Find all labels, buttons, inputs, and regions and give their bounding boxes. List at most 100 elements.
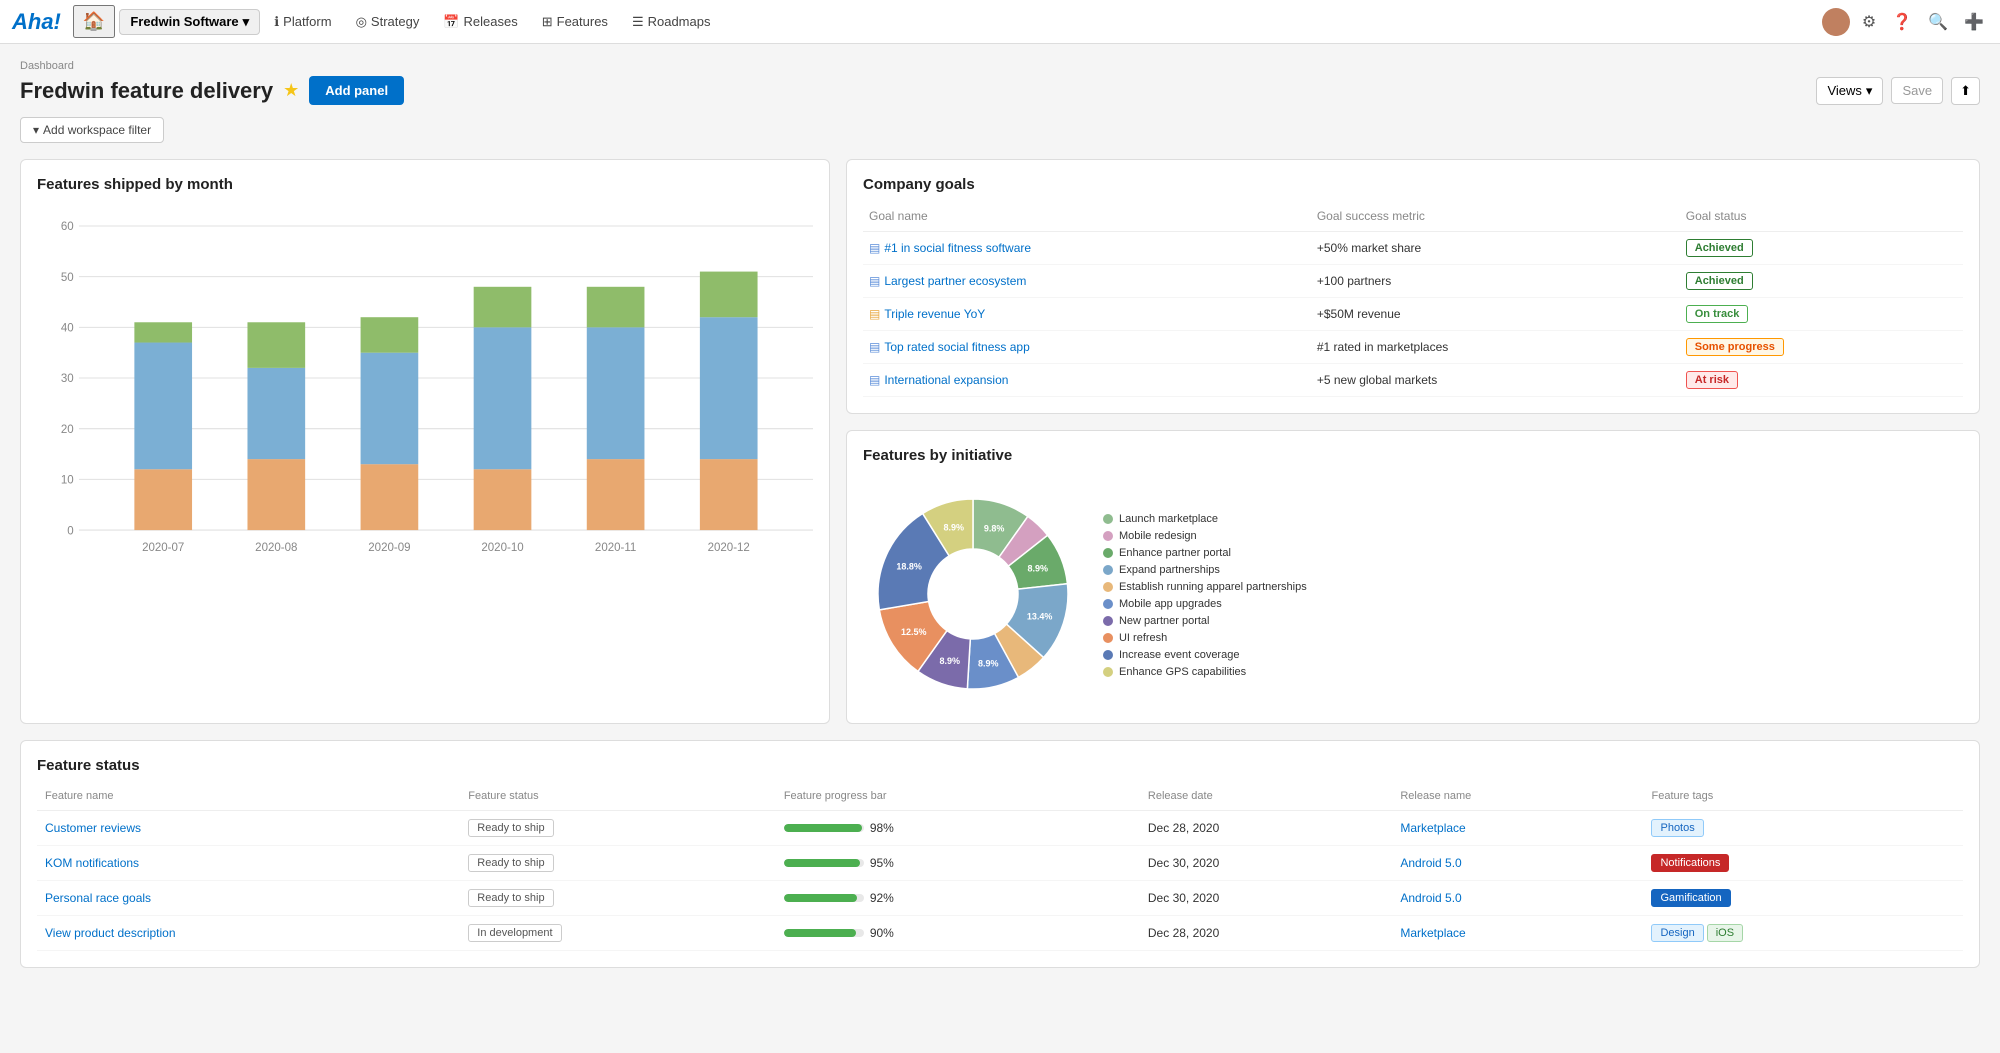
- status-row: KOM notifications Ready to ship 95% Dec …: [37, 846, 1963, 881]
- status-row: Personal race goals Ready to ship 92% De…: [37, 881, 1963, 916]
- goal-name-link[interactable]: ▤ Largest partner ecosystem: [869, 274, 1305, 288]
- search-icon[interactable]: 🔍: [1924, 8, 1952, 36]
- feature-name-link[interactable]: KOM notifications: [45, 856, 139, 870]
- goals-row: ▤ #1 in social fitness software +50% mar…: [863, 232, 1963, 265]
- goal-status-badge: Some progress: [1686, 338, 1784, 356]
- add-panel-button[interactable]: Add panel: [309, 76, 404, 105]
- progress-bar-fill: [784, 859, 860, 867]
- legend-color: [1103, 531, 1113, 541]
- release-name-link[interactable]: Marketplace: [1400, 926, 1465, 940]
- progress-value: 95%: [870, 856, 894, 870]
- svg-text:8.9%: 8.9%: [978, 658, 999, 668]
- goal-status-badge: On track: [1686, 305, 1749, 323]
- progress-value: 98%: [870, 821, 894, 835]
- legend-item: Enhance partner portal: [1103, 547, 1307, 559]
- goal-name-link[interactable]: ▤ Top rated social fitness app: [869, 340, 1305, 354]
- goals-row: ▤ Top rated social fitness app #1 rated …: [863, 331, 1963, 364]
- feature-tag: iOS: [1707, 924, 1743, 942]
- features-initiative-title: Features by initiative: [863, 447, 1963, 464]
- save-button[interactable]: Save: [1891, 77, 1943, 104]
- release-name-link[interactable]: Marketplace: [1400, 821, 1465, 835]
- share-button[interactable]: ⬆: [1951, 77, 1980, 105]
- calendar-icon: 📅: [443, 14, 459, 30]
- feature-status-badge: Ready to ship: [468, 819, 553, 837]
- release-name-link[interactable]: Android 5.0: [1400, 856, 1461, 870]
- home-button[interactable]: 🏠: [73, 5, 115, 38]
- chevron-down-icon: ▾: [243, 14, 250, 30]
- goal-metric: #1 rated in marketplaces: [1311, 331, 1680, 364]
- feature-name-link[interactable]: Personal race goals: [45, 891, 151, 905]
- legend-item: Expand partnerships: [1103, 564, 1307, 576]
- feature-tag: Design: [1651, 924, 1703, 942]
- add-workspace-filter-button[interactable]: ▾ Add workspace filter: [20, 117, 164, 143]
- legend-item: Mobile redesign: [1103, 530, 1307, 542]
- status-col-header: Feature name: [37, 786, 460, 811]
- goals-col-metric: Goal success metric: [1311, 205, 1680, 232]
- feature-name-link[interactable]: Customer reviews: [45, 821, 141, 835]
- svg-text:60: 60: [61, 221, 74, 233]
- goal-metric: +$50M revenue: [1311, 298, 1680, 331]
- status-row: Customer reviews Ready to ship 98% Dec 2…: [37, 811, 1963, 846]
- nav-releases[interactable]: 📅 Releases: [433, 10, 527, 34]
- status-col-header: Feature tags: [1643, 786, 1963, 811]
- feature-status-badge: Ready to ship: [468, 854, 553, 872]
- favorite-icon[interactable]: ★: [283, 80, 299, 101]
- dashboard-grid: Company goals Goal name Goal success met…: [20, 159, 1980, 724]
- svg-text:2020-09: 2020-09: [368, 542, 410, 554]
- feature-tags-cell: DesigniOS: [1643, 916, 1963, 951]
- legend-color: [1103, 548, 1113, 558]
- donut-legend: Launch marketplaceMobile redesignEnhance…: [1103, 513, 1307, 678]
- svg-text:2020-11: 2020-11: [595, 542, 636, 554]
- nav-platform[interactable]: ℹ Platform: [264, 10, 341, 34]
- donut-chart-area: 9.8%8.9%13.4%8.9%8.9%12.5%18.8%8.9% Laun…: [863, 476, 1963, 707]
- feature-status-title: Feature status: [37, 757, 1963, 774]
- workspace-name: Fredwin Software: [130, 14, 238, 29]
- svg-text:2020-08: 2020-08: [255, 542, 297, 554]
- legend-color: [1103, 565, 1113, 575]
- feature-tags-cell: Notifications: [1643, 846, 1963, 881]
- nav-roadmaps[interactable]: ☰ Roadmaps: [622, 10, 721, 34]
- svg-text:30: 30: [61, 373, 74, 385]
- progress-bar-wrap: 90%: [784, 926, 1132, 940]
- help-icon[interactable]: ❓: [1888, 8, 1916, 36]
- nav-features[interactable]: ⊞ Features: [532, 10, 618, 34]
- svg-text:0: 0: [67, 525, 73, 537]
- svg-text:8.9%: 8.9%: [943, 523, 964, 533]
- legend-item: Increase event coverage: [1103, 649, 1307, 661]
- progress-bar-wrap: 95%: [784, 856, 1132, 870]
- status-col-header: Feature progress bar: [776, 786, 1140, 811]
- feature-tag: Photos: [1651, 819, 1703, 837]
- svg-text:9.8%: 9.8%: [984, 523, 1005, 533]
- avatar[interactable]: [1822, 8, 1850, 36]
- add-icon[interactable]: ➕: [1960, 8, 1988, 36]
- views-button[interactable]: Views ▾: [1816, 77, 1883, 105]
- progress-bar-bg: [784, 824, 864, 832]
- progress-bar-wrap: 98%: [784, 821, 1132, 835]
- settings-icon[interactable]: ⚙: [1858, 8, 1880, 36]
- grid-icon: ⊞: [542, 14, 553, 30]
- features-shipped-title: Features shipped by month: [37, 176, 813, 193]
- feature-name-link[interactable]: View product description: [45, 926, 176, 940]
- goals-col-status: Goal status: [1680, 205, 1963, 232]
- workspace-selector[interactable]: Fredwin Software ▾: [119, 9, 260, 35]
- status-row: View product description In development …: [37, 916, 1963, 951]
- goal-metric: +50% market share: [1311, 232, 1680, 265]
- svg-text:2020-12: 2020-12: [708, 542, 750, 554]
- goal-name-link[interactable]: ▤ #1 in social fitness software: [869, 241, 1305, 255]
- svg-text:2020-07: 2020-07: [142, 542, 184, 554]
- legend-color: [1103, 514, 1113, 524]
- feature-status-badge: Ready to ship: [468, 889, 553, 907]
- goal-name-link[interactable]: ▤ Triple revenue YoY: [869, 307, 1305, 321]
- goal-name-link[interactable]: ▤ International expansion: [869, 373, 1305, 387]
- svg-text:8.9%: 8.9%: [939, 656, 960, 666]
- info-icon: ℹ: [274, 14, 279, 30]
- svg-text:50: 50: [61, 272, 74, 284]
- legend-item: Establish running apparel partnerships: [1103, 581, 1307, 593]
- release-name-link[interactable]: Android 5.0: [1400, 891, 1461, 905]
- nav-strategy[interactable]: ◎ Strategy: [346, 10, 430, 34]
- release-date: Dec 30, 2020: [1140, 881, 1392, 916]
- legend-color: [1103, 582, 1113, 592]
- top-nav: Aha! 🏠 Fredwin Software ▾ ℹ Platform ◎ S…: [0, 0, 2000, 44]
- release-date: Dec 28, 2020: [1140, 811, 1392, 846]
- features-shipped-panel: Features shipped by month 01020304050602…: [20, 159, 830, 724]
